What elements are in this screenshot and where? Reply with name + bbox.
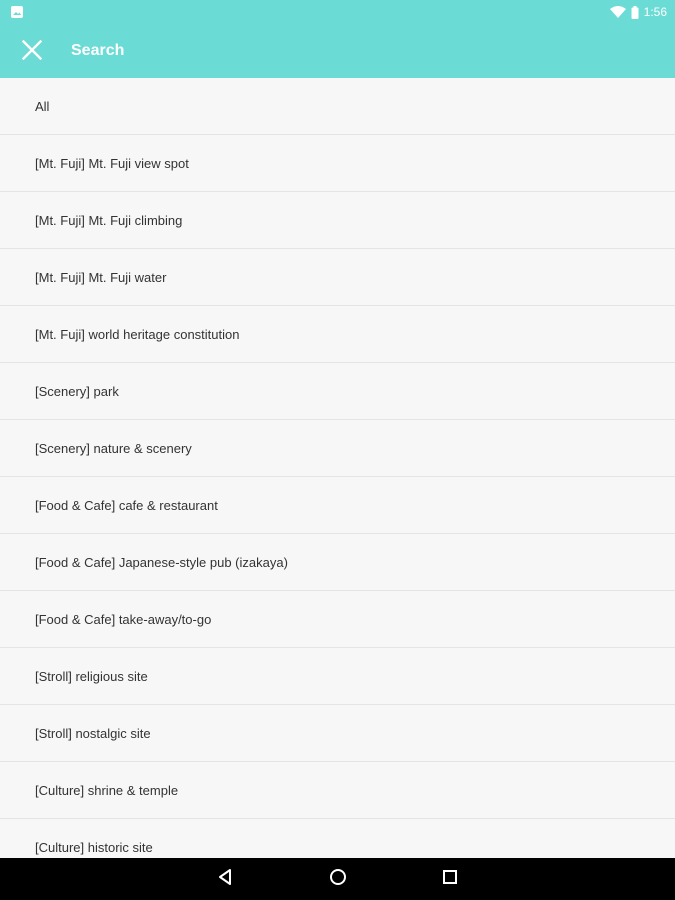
close-icon (21, 39, 43, 65)
home-icon (329, 868, 347, 891)
list-item-mt-fuji-view-spot[interactable]: [Mt. Fuji] Mt. Fuji view spot (0, 135, 675, 192)
wifi-icon (609, 6, 626, 18)
nav-bar (0, 858, 675, 900)
home-button[interactable] (327, 868, 349, 890)
list-item-religious-site[interactable]: [Stroll] religious site (0, 648, 675, 705)
category-list[interactable]: All [Mt. Fuji] Mt. Fuji view spot [Mt. F… (0, 78, 675, 858)
list-item-mt-fuji-water[interactable]: [Mt. Fuji] Mt. Fuji water (0, 249, 675, 306)
battery-icon (631, 5, 639, 19)
close-button[interactable] (14, 34, 50, 70)
recents-button[interactable] (439, 868, 461, 890)
status-bar: 1:56 (0, 0, 675, 24)
status-icons: 1:56 (609, 3, 667, 21)
status-time: 1:56 (643, 5, 667, 19)
back-icon (217, 868, 233, 891)
recents-icon (442, 869, 458, 890)
list-item-mt-fuji-climbing[interactable]: [Mt. Fuji] Mt. Fuji climbing (0, 192, 675, 249)
image-icon (10, 5, 24, 19)
list-item-nostalgic-site[interactable]: [Stroll] nostalgic site (0, 705, 675, 762)
list-item-izakaya[interactable]: [Food & Cafe] Japanese-style pub (izakay… (0, 534, 675, 591)
list-item-all[interactable]: All (0, 78, 675, 135)
list-item-historic-site[interactable]: [Culture] historic site (0, 819, 675, 858)
back-button[interactable] (214, 868, 236, 890)
list-item-cafe-restaurant[interactable]: [Food & Cafe] cafe & restaurant (0, 477, 675, 534)
list-item-nature-scenery[interactable]: [Scenery] nature & scenery (0, 420, 675, 477)
list-item-take-away[interactable]: [Food & Cafe] take-away/to-go (0, 591, 675, 648)
app-bar: Search (0, 24, 675, 78)
list-item-park[interactable]: [Scenery] park (0, 363, 675, 420)
page-title: Search (71, 42, 125, 59)
list-item-shrine-temple[interactable]: [Culture] shrine & temple (0, 762, 675, 819)
list-item-world-heritage[interactable]: [Mt. Fuji] world heritage constitution (0, 306, 675, 363)
